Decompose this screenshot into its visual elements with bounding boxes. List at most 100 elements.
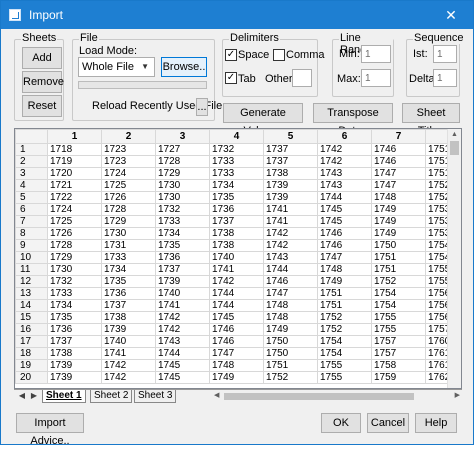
grid-cell[interactable]: 1739 <box>47 371 102 384</box>
space-checkbox[interactable]: ✓ <box>225 49 237 61</box>
grid-cell[interactable]: 1748 <box>371 191 426 204</box>
grid-cell[interactable]: 1741 <box>263 215 318 228</box>
grid-cell[interactable]: 1751 <box>263 359 318 372</box>
grid-cell[interactable]: 1730 <box>155 191 210 204</box>
grid-cell[interactable]: 1742 <box>209 275 264 288</box>
vertical-scroll-thumb[interactable] <box>450 141 459 155</box>
grid-cell[interactable]: 1759 <box>371 371 426 384</box>
data-grid[interactable]: 1 2 3 4 5 6 7 1 1718 1723 1727 1732 1737 1742 1… <box>14 128 462 389</box>
grid-cell[interactable]: 1744 <box>263 263 318 276</box>
scroll-right-icon[interactable]: ▶ <box>455 391 460 399</box>
grid-cell[interactable]: 1734 <box>209 179 264 192</box>
grid-cell[interactable]: 1755 <box>371 311 426 324</box>
grid-cell[interactable]: 1747 <box>209 347 264 360</box>
grid-cell[interactable]: 1740 <box>209 251 264 264</box>
grid-cell[interactable]: 1726 <box>101 191 156 204</box>
grid-cell[interactable]: 1723 <box>101 143 156 156</box>
tab-sheet-1[interactable]: Sheet 1 <box>42 390 86 403</box>
reset-sheets-button[interactable]: Reset <box>22 95 62 117</box>
tab-sheet-2[interactable]: Sheet 2 <box>90 390 133 403</box>
row-header[interactable]: 11 <box>15 263 48 276</box>
row-header[interactable]: 4 <box>15 179 48 192</box>
grid-cell[interactable]: 1740 <box>155 287 210 300</box>
grid-cell[interactable]: 1748 <box>263 311 318 324</box>
grid-cell[interactable]: 1746 <box>209 335 264 348</box>
grid-cell[interactable]: 1750 <box>371 239 426 252</box>
grid-cell[interactable]: 1728 <box>155 155 210 168</box>
grid-cell[interactable]: 1720 <box>47 167 102 180</box>
close-icon[interactable]: ✕ <box>429 1 473 29</box>
grid-cell[interactable]: 1748 <box>317 263 372 276</box>
grid-cell[interactable]: 1758 <box>371 359 426 372</box>
grid-cell[interactable]: 1731 <box>101 239 156 252</box>
reload-recent-button[interactable]: ... <box>196 98 208 116</box>
scroll-left-icon[interactable]: ◀ <box>214 391 219 399</box>
grid-cell[interactable]: 1735 <box>155 239 210 252</box>
grid-cell[interactable]: 1750 <box>263 347 318 360</box>
grid-cell[interactable]: 1733 <box>209 167 264 180</box>
grid-cell[interactable]: 1746 <box>371 155 426 168</box>
corner-cell[interactable] <box>15 129 48 144</box>
grid-cell[interactable]: 1728 <box>47 239 102 252</box>
grid-cell[interactable]: 1750 <box>263 335 318 348</box>
sheet-title-button[interactable]: Sheet Title.. <box>402 103 460 137</box>
row-header[interactable]: 1 <box>15 143 48 156</box>
grid-cell[interactable]: 1744 <box>155 347 210 360</box>
grid-cell[interactable]: 1723 <box>101 155 156 168</box>
grid-cell[interactable]: 1746 <box>263 275 318 288</box>
row-header[interactable]: 18 <box>15 347 48 360</box>
row-header[interactable]: 13 <box>15 287 48 300</box>
row-header[interactable]: 19 <box>15 359 48 372</box>
column-header[interactable]: 4 <box>209 129 264 144</box>
grid-cell[interactable]: 1752 <box>371 275 426 288</box>
ok-button[interactable]: OK <box>321 413 361 433</box>
other-delimiter-input[interactable] <box>292 69 312 87</box>
grid-cell[interactable]: 1724 <box>101 167 156 180</box>
grid-cell[interactable]: 1755 <box>317 359 372 372</box>
grid-cell[interactable]: 1727 <box>155 143 210 156</box>
row-header[interactable]: 10 <box>15 251 48 264</box>
grid-cell[interactable]: 1736 <box>209 203 264 216</box>
load-mode-select[interactable]: Whole File ▼ <box>78 57 155 77</box>
grid-cell[interactable]: 1747 <box>317 251 372 264</box>
grid-cell[interactable]: 1751 <box>371 251 426 264</box>
grid-cell[interactable]: 1749 <box>317 275 372 288</box>
delta-value-input[interactable]: 1 <box>433 69 457 87</box>
grid-cell[interactable]: 1743 <box>317 167 372 180</box>
grid-cell[interactable]: 1749 <box>209 371 264 384</box>
grid-cell[interactable]: 1744 <box>209 299 264 312</box>
grid-cell[interactable]: 1754 <box>317 347 372 360</box>
grid-cell[interactable]: 1734 <box>155 227 210 240</box>
grid-cell[interactable]: 1734 <box>47 299 102 312</box>
grid-cell[interactable]: 1733 <box>101 251 156 264</box>
add-sheet-button[interactable]: Add <box>22 47 62 69</box>
grid-cell[interactable]: 1742 <box>101 359 156 372</box>
grid-cell[interactable]: 1732 <box>209 143 264 156</box>
scroll-up-icon[interactable]: ▲ <box>451 131 458 138</box>
row-header[interactable]: 6 <box>15 203 48 216</box>
horizontal-scroll-thumb[interactable] <box>224 393 414 400</box>
grid-cell[interactable]: 1736 <box>47 323 102 336</box>
row-header[interactable]: 7 <box>15 215 48 228</box>
grid-cell[interactable]: 1745 <box>317 203 372 216</box>
grid-cell[interactable]: 1728 <box>101 203 156 216</box>
column-header[interactable]: 5 <box>263 129 318 144</box>
grid-cell[interactable]: 1742 <box>155 311 210 324</box>
grid-cell[interactable]: 1754 <box>371 287 426 300</box>
grid-cell[interactable]: 1745 <box>155 371 210 384</box>
grid-cell[interactable]: 1724 <box>47 203 102 216</box>
grid-cell[interactable]: 1757 <box>371 347 426 360</box>
grid-cell[interactable]: 1730 <box>155 179 210 192</box>
import-advice-button[interactable]: Import Advice.. <box>16 413 84 447</box>
grid-cell[interactable]: 1743 <box>317 179 372 192</box>
grid-cell[interactable]: 1742 <box>263 239 318 252</box>
grid-cell[interactable]: 1738 <box>101 311 156 324</box>
grid-cell[interactable]: 1744 <box>317 191 372 204</box>
browse-button[interactable]: Browse.. <box>161 57 207 77</box>
min-line-input[interactable]: 1 <box>361 45 391 63</box>
grid-cell[interactable]: 1737 <box>263 155 318 168</box>
grid-cell[interactable]: 1719 <box>47 155 102 168</box>
first-value-input[interactable]: 1 <box>433 45 457 63</box>
grid-cell[interactable]: 1746 <box>209 323 264 336</box>
grid-cell[interactable]: 1737 <box>101 299 156 312</box>
